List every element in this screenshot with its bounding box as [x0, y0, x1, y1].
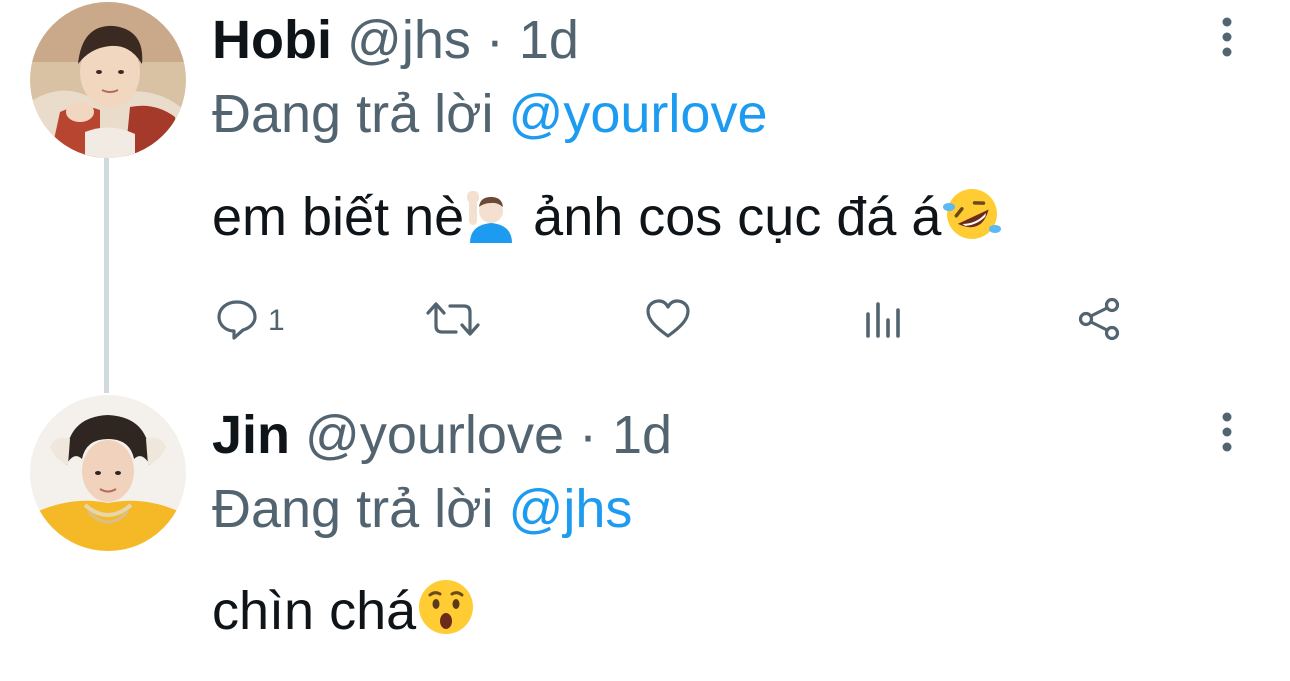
retweet-icon	[424, 296, 482, 347]
tweet-timestamp[interactable]: 1d	[612, 405, 672, 465]
replying-to-mention[interactable]: @yourlove	[509, 84, 768, 144]
tweet-text: chìn chá	[212, 577, 476, 652]
display-name[interactable]: Hobi	[212, 10, 332, 70]
tweet-text-part: em biết nè	[212, 187, 465, 247]
header-separator: ·	[485, 10, 504, 70]
reply-thread: Hobi @jhs · 1d Đang trả lời @yourlove em…	[0, 0, 1290, 681]
display-name[interactable]: Jin	[212, 405, 290, 465]
tweet-jin[interactable]: Jin @yourlove · 1d Đang trả lời @jhs chì…	[0, 395, 1290, 681]
avatar-hobi[interactable]	[30, 2, 186, 158]
share-icon	[1076, 296, 1124, 347]
replying-to-mention[interactable]: @jhs	[509, 479, 633, 539]
retweet-button[interactable]	[424, 296, 482, 346]
reply-count: 1	[268, 304, 285, 337]
reply-button[interactable]: 1	[214, 296, 285, 346]
replying-to-line: Đang trả lời @jhs	[212, 477, 632, 541]
reply-icon	[214, 296, 260, 347]
avatar-jin[interactable]	[30, 395, 186, 551]
tweet-header: Jin @yourlove · 1d	[212, 403, 672, 467]
rolling-on-floor-laughing-emoji	[941, 185, 1003, 258]
views-icon	[862, 296, 906, 347]
like-button[interactable]	[644, 296, 692, 346]
tweet-hobi[interactable]: Hobi @jhs · 1d Đang trả lời @yourlove em…	[0, 0, 1290, 390]
tweet-text: em biết nè ảnh cos cục đá á	[212, 184, 1003, 258]
person-raising-hand-emoji	[464, 189, 518, 258]
replying-to-label: Đang trả lời	[212, 479, 494, 539]
more-vertical-icon[interactable]	[1207, 14, 1247, 60]
user-handle[interactable]: @jhs	[347, 10, 471, 70]
tweet-actions-bar: 1	[212, 296, 1152, 346]
tweet-text-part: chìn chá	[212, 581, 417, 641]
share-button[interactable]	[1076, 296, 1124, 346]
more-vertical-icon[interactable]	[1207, 409, 1247, 455]
hushed-face-emoji	[416, 577, 476, 652]
tweet-timestamp[interactable]: 1d	[519, 10, 579, 70]
views-button[interactable]	[862, 296, 906, 346]
user-handle[interactable]: @yourlove	[305, 405, 564, 465]
tweet-text-part: ảnh cos cục đá á	[518, 187, 942, 247]
replying-to-line: Đang trả lời @yourlove	[212, 82, 767, 146]
tweet-header: Hobi @jhs · 1d	[212, 8, 579, 72]
header-separator: ·	[579, 405, 597, 465]
like-icon	[644, 296, 692, 347]
replying-to-label: Đang trả lời	[212, 84, 494, 144]
